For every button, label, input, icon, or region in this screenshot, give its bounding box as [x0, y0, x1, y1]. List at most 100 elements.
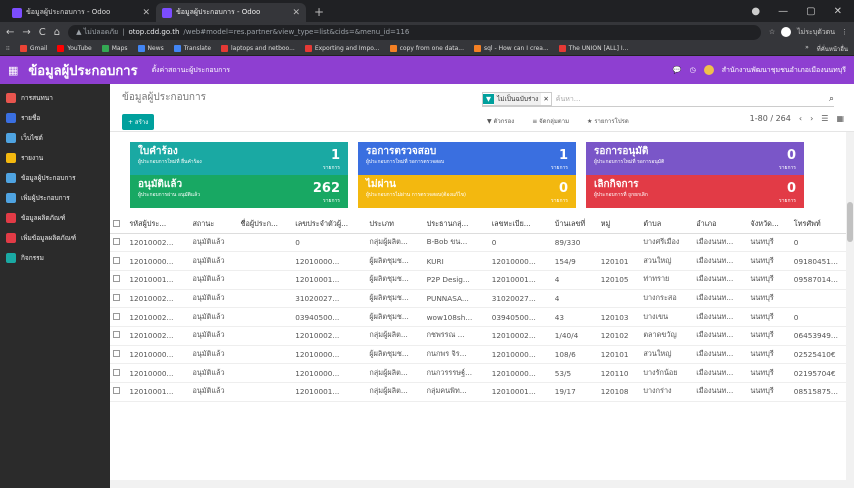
tile-closed[interactable]: เลิกกิจการ ผู้ประกอบการที่ ถูกยกเลิก 0 ราย…: [586, 175, 804, 208]
col-header[interactable]: อำเภอ: [693, 216, 748, 234]
new-tab-button[interactable]: +: [306, 3, 332, 22]
maximize-icon[interactable]: ▢: [806, 6, 815, 17]
row-checkbox[interactable]: [110, 382, 127, 402]
select-all-checkbox[interactable]: [110, 216, 127, 234]
search-icon[interactable]: ⌕: [829, 94, 834, 104]
col-header[interactable]: รหัสผู้ประ...: [126, 216, 190, 234]
bookmark-item[interactable]: The UNION [ALL] I...: [558, 45, 628, 52]
table-row[interactable]: 12010000... อนุมัติแล้ว 12010000... กลุ่มผู…: [110, 363, 854, 383]
create-button[interactable]: + สร้าง: [122, 114, 155, 130]
row-checkbox[interactable]: [110, 270, 127, 290]
bookmarks-more-button[interactable]: »: [805, 44, 809, 54]
filters-button[interactable]: ▼ ตัวกรอง: [487, 116, 514, 126]
tile-rejected[interactable]: ไม่ผ่าน ผู้ประกอบการไม่ผ่าน การตรวจสอบ(ต้…: [358, 175, 576, 208]
row-checkbox[interactable]: [110, 307, 127, 327]
col-header[interactable]: ประธานกลุ่...: [423, 216, 489, 234]
row-checkbox[interactable]: [110, 233, 127, 253]
sidebar-item-reports[interactable]: รายงาน: [0, 148, 110, 168]
search-input[interactable]: ค้นหา...: [556, 94, 581, 105]
sidebar-item-entrepreneurs[interactable]: ข้อมูลผู้ประกอบการ: [0, 168, 110, 188]
row-checkbox[interactable]: [110, 289, 127, 309]
url-field[interactable]: ▲ ไม่ปลอดภัย | otop.cdd.go.th/web#model=…: [68, 24, 761, 40]
scrollbar-thumb[interactable]: [847, 202, 853, 242]
table-row[interactable]: 12010002... อนุมัติแล้ว 31020027... ผู้ผลิต…: [110, 289, 854, 309]
col-header[interactable]: บ้านเลขที่: [551, 216, 598, 234]
sidebar-item-add-product[interactable]: เพิ่มข้อมูลผลิตภัณฑ์: [0, 228, 110, 248]
browser-tab-active[interactable]: ข้อมูลผู้ประกอบการ - Odoo ✕: [156, 3, 306, 22]
close-tab-icon[interactable]: ✕: [142, 8, 150, 18]
forward-icon[interactable]: →: [22, 27, 30, 38]
bookmark-item[interactable]: YouTube: [57, 45, 92, 52]
pager-prev-icon[interactable]: ‹: [799, 114, 802, 123]
col-header[interactable]: ตำบล: [640, 216, 694, 234]
chat-icon[interactable]: 💬: [673, 66, 682, 74]
home-icon[interactable]: ⌂: [54, 27, 60, 38]
close-tab-icon[interactable]: ✕: [292, 8, 300, 18]
col-header[interactable]: หมู่: [597, 216, 641, 234]
col-header[interactable]: สถานะ: [189, 216, 238, 234]
more-menu-icon[interactable]: ⋮: [841, 28, 848, 36]
tile-pending-review[interactable]: รอการตรวจสอบ ผู้ประกอบการใหม่ที่ รอการตรว…: [358, 142, 576, 175]
table-row[interactable]: 12010000... อนุมัติแล้ว 12010000... ผู้ผลิต…: [110, 345, 854, 365]
clock-icon[interactable]: ◷: [690, 66, 696, 74]
row-checkbox[interactable]: [110, 251, 127, 271]
sidebar-item-contacts[interactable]: รายชื่อ: [0, 108, 110, 128]
sidebar-item-add-entrepreneur[interactable]: เพิ่มผู้ประกอบการ: [0, 188, 110, 208]
table-row[interactable]: 12010002... อนุมัติแล้ว 0 กลุ่มผู้ผลิต... B-…: [110, 233, 854, 253]
pager-next-icon[interactable]: ›: [810, 114, 813, 123]
group-by-button[interactable]: ≡ จัดกลุ่มตาม: [532, 116, 569, 126]
bookmark-item[interactable]: Exporting and Impo...: [304, 45, 380, 52]
bookmark-item[interactable]: Maps: [101, 45, 128, 52]
reload-icon[interactable]: C: [39, 27, 46, 38]
table-row[interactable]: 12010001... อนุมัติแล้ว 12010001... ผู้ผลิต…: [110, 270, 854, 290]
app-title[interactable]: ข้อมูลผู้ประกอบการ: [28, 60, 137, 81]
tile-petition[interactable]: ใบคำร้อง ผู้ประกอบการใหม่ที่ ยื่นคำร้อง 1…: [130, 142, 348, 175]
table-row[interactable]: 12010001... อนุมัติแล้ว 12010001... กลุ่มผู…: [110, 382, 854, 402]
sidebar-item-website[interactable]: เว็บไซต์: [0, 128, 110, 148]
apps-menu-icon[interactable]: ▦: [8, 64, 18, 77]
row-checkbox[interactable]: [110, 363, 127, 383]
sidebar-item-discuss[interactable]: การสนทนา: [0, 88, 110, 108]
col-header[interactable]: ประเภท: [366, 216, 424, 234]
bookmark-item[interactable]: sql - How can I crea...: [474, 45, 549, 52]
close-window-icon[interactable]: ✕: [834, 6, 842, 17]
user-avatar-icon[interactable]: [703, 65, 714, 75]
search-bar[interactable]: ▼ ไม่เป็นฉบับร่าง ✕ ค้นหา... ⌕: [482, 92, 834, 107]
other-bookmarks[interactable]: ที่คั่นหน้าอื่น: [817, 44, 848, 54]
star-icon[interactable]: ☆: [769, 28, 775, 36]
horizontal-scrollbar[interactable]: [110, 480, 854, 488]
table-row[interactable]: 12010000... อนุมัติแล้ว 12010000... ผู้ผลิต…: [110, 251, 854, 271]
pager-value[interactable]: 1-80 / 264: [750, 114, 791, 123]
row-checkbox[interactable]: [110, 326, 127, 346]
profile-label[interactable]: ไม่ระบุตัวตน: [797, 27, 835, 38]
row-checkbox[interactable]: [110, 345, 127, 365]
table-row[interactable]: 12010002... อนุมัติแล้ว 03940500... ผู้ผลิต…: [110, 307, 854, 327]
favorites-button[interactable]: ★ รายการโปรด: [587, 116, 629, 126]
organization-name[interactable]: สำนักงานพัฒนาชุมชนอำเภอเมืองนนทบุรี: [722, 65, 846, 76]
col-header[interactable]: จังหวัด...: [747, 216, 791, 234]
col-header[interactable]: เลขทะเบีย...: [488, 216, 552, 234]
bookmark-item[interactable]: News: [137, 45, 164, 52]
bookmark-item[interactable]: Translate: [173, 45, 211, 52]
menu-status-settings[interactable]: ตั้งค่าสถานะผู้ประกอบการ: [152, 65, 230, 76]
tile-pending-approval[interactable]: รอการอนุมัติ ผู้ประกอบการใหม่ที่ รอการอนุ…: [586, 142, 804, 175]
bookmark-item[interactable]: Gmail: [19, 45, 47, 52]
search-facet[interactable]: ▼ ไม่เป็นฉบับร่าง ✕: [482, 92, 552, 106]
list-view-icon[interactable]: ☰: [821, 114, 828, 123]
col-header[interactable]: เลขประจำตัวผู้...: [292, 216, 367, 234]
sidebar-item-products[interactable]: ข้อมูลผลิตภัณฑ์: [0, 208, 110, 228]
bookmark-item[interactable]: copy from one data...: [389, 45, 464, 52]
remove-facet-icon[interactable]: ✕: [541, 95, 550, 103]
browser-tab[interactable]: ข้อมูลผู้ประกอบการ - Odoo ✕: [6, 3, 156, 22]
bookmark-item[interactable]: laptops and netboo...: [221, 45, 295, 52]
minimize-icon[interactable]: —: [778, 6, 788, 17]
col-header[interactable]: ชื่อผู้ประก...: [237, 216, 293, 234]
bookmark-apps-icon[interactable]: ⁝⁝: [6, 45, 10, 52]
table-row[interactable]: 12010002... อนุมัติแล้ว 12010002... กลุ่มผู…: [110, 326, 854, 346]
back-icon[interactable]: ←: [6, 27, 14, 38]
kanban-view-icon[interactable]: ▦: [836, 114, 844, 123]
tile-approved[interactable]: อนุมัติแล้ว ผู้ประกอบการผ่าน อนุมัติแล้ว …: [130, 175, 348, 208]
vertical-scrollbar[interactable]: [846, 132, 854, 488]
col-header[interactable]: โทรศัพท์: [790, 216, 854, 234]
sidebar-item-activities[interactable]: กิจกรรม: [0, 248, 110, 268]
